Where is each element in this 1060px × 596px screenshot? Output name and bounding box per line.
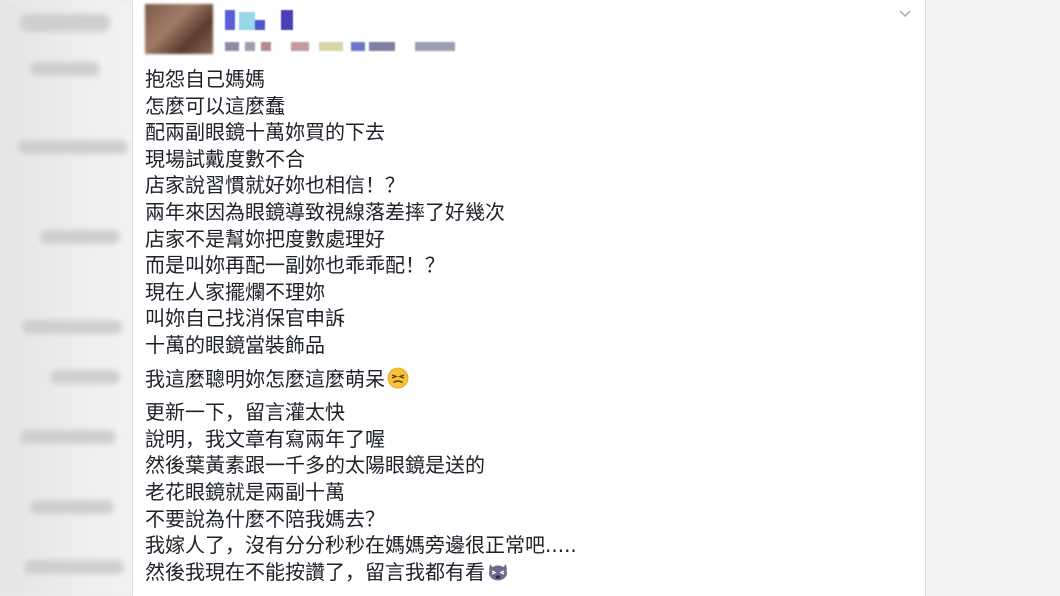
- chevron-down-icon[interactable]: [897, 6, 913, 22]
- post-text: 抱怨自己媽媽 怎麼可以這麼蠢 配兩副眼鏡十萬妳買的下去 現場試戴度數不合 店家說…: [145, 66, 905, 592]
- post-line: 我嫁人了，沒有分分秒秒在媽媽旁邊很正常吧.....: [145, 533, 577, 558]
- post-line: 我這麼聰明妳怎麼這麼萌呆: [145, 366, 905, 393]
- post-paragraph: 我這麼聰明妳怎麼這麼萌呆: [145, 366, 905, 393]
- post-line: 現在人家擺爛不理妳: [145, 279, 325, 304]
- weary-cat-emoji: [487, 560, 509, 582]
- post-line: 然後我現在不能按讚了，留言我都有看: [145, 559, 905, 586]
- post-paragraph: 抱怨自己媽媽 怎麼可以這麼蠢 配兩副眼鏡十萬妳買的下去 現場試戴度數不合 店家說…: [145, 66, 905, 359]
- post-line: 兩年來因為眼鏡導致視線落差摔了好幾次: [145, 199, 505, 224]
- post-line: 老花眼鏡就是兩副十萬: [145, 479, 345, 504]
- post-line: 更新一下，留言灌太快: [145, 400, 345, 425]
- author-name-blurred[interactable]: [225, 10, 299, 32]
- post-card: 抱怨自己媽媽 怎麼可以這麼蠢 配兩副眼鏡十萬妳買的下去 現場試戴度數不合 店家說…: [132, 0, 926, 596]
- blurred-background-feed: [0, 0, 150, 596]
- post-line: 十萬的眼鏡當裝飾品: [145, 332, 325, 357]
- post-line: 不要說為什麼不陪我媽去？: [145, 506, 385, 531]
- post-line: 然後葉黃素跟一千多的太陽眼鏡是送的: [145, 453, 485, 478]
- avatar[interactable]: [145, 4, 213, 54]
- background-right: [926, 0, 1060, 596]
- post-meta-blurred: [225, 42, 457, 52]
- post-line: 現場試戴度數不合: [145, 146, 305, 171]
- post-line-text: 我這麼聰明妳怎麼這麼萌呆: [145, 366, 385, 391]
- post-line: 叫妳自己找消保官申訴: [145, 306, 345, 331]
- post-line: 怎麼可以這麼蠢: [145, 93, 285, 118]
- post-line: 店家說習慣就好妳也相信！？: [145, 173, 405, 198]
- post-line-text: 然後我現在不能按讚了，留言我都有看: [145, 559, 485, 584]
- post-line: 配兩副眼鏡十萬妳買的下去: [145, 120, 385, 145]
- post-line: 抱怨自己媽媽: [145, 67, 265, 91]
- post-line: 店家不是幫妳把度數處理好: [145, 226, 385, 251]
- post-paragraph: 更新一下，留言灌太快 說明，我文章有寫兩年了喔 然後葉黃素跟一千多的太陽眼鏡是送…: [145, 399, 905, 585]
- post-line: 而是叫妳再配一副妳也乖乖配！？: [145, 253, 445, 278]
- post-line: 說明，我文章有寫兩年了喔: [145, 426, 385, 451]
- persevering-face-emoji: [387, 367, 409, 389]
